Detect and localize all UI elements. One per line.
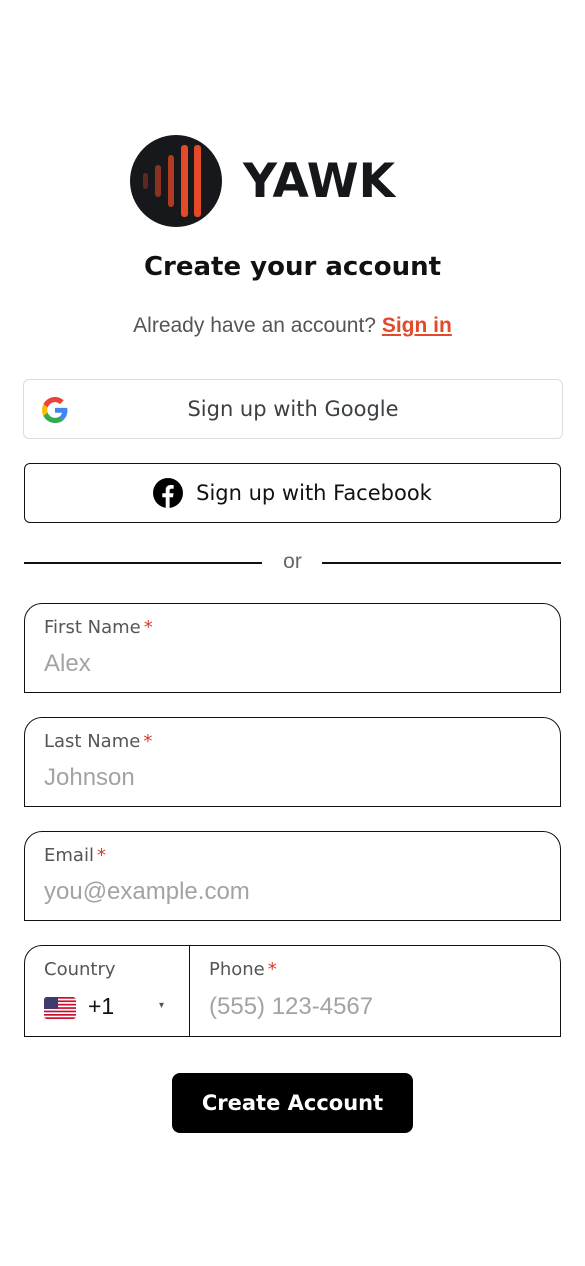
create-account-button[interactable]: Create Account bbox=[172, 1073, 413, 1133]
required-mark: * bbox=[96, 845, 106, 866]
last-name-input[interactable] bbox=[44, 762, 539, 794]
google-signup-button[interactable]: Sign up with Google bbox=[23, 379, 563, 439]
divider-line-right bbox=[322, 562, 561, 564]
facebook-signup-label: Sign up with Facebook bbox=[196, 481, 432, 505]
phone-label-text: Phone bbox=[209, 959, 265, 980]
first-name-label-text: First Name bbox=[44, 617, 141, 638]
phone-label: Phone * bbox=[209, 959, 277, 980]
facebook-icon bbox=[153, 478, 184, 508]
us-flag-icon bbox=[44, 997, 76, 1019]
email-label: Email * bbox=[44, 845, 106, 866]
caret-down-icon: ▾ bbox=[159, 1000, 165, 1011]
google-signup-label: Sign up with Google bbox=[187, 397, 399, 421]
or-divider: or bbox=[24, 548, 561, 576]
facebook-signup-button[interactable]: Sign up with Facebook bbox=[24, 463, 561, 523]
page-title: Create your account bbox=[143, 252, 442, 282]
sound-bars-logo-icon bbox=[130, 135, 222, 227]
last-name-label: Last Name * bbox=[44, 731, 152, 752]
last-name-field: Last Name * bbox=[24, 717, 561, 807]
phone-input[interactable] bbox=[209, 990, 539, 1024]
country-code: +1 bbox=[88, 993, 115, 1019]
first-name-label: First Name * bbox=[44, 617, 153, 638]
brand-name: YAWK bbox=[243, 153, 396, 209]
email-input[interactable] bbox=[44, 876, 539, 908]
last-name-label-text: Last Name bbox=[44, 731, 141, 752]
first-name-input[interactable] bbox=[44, 648, 539, 680]
email-label-text: Email bbox=[44, 845, 94, 866]
signin-link[interactable]: Sign in bbox=[382, 314, 452, 337]
signin-prompt: Already have an account? Sign in bbox=[0, 314, 585, 338]
first-name-field: First Name * bbox=[24, 603, 561, 693]
signin-prompt-text: Already have an account? bbox=[133, 314, 376, 337]
email-field: Email * bbox=[24, 831, 561, 921]
required-mark: * bbox=[143, 731, 153, 752]
brand-logo: YAWK bbox=[130, 135, 395, 227]
google-icon bbox=[42, 397, 68, 423]
phone-field: Phone * bbox=[190, 946, 561, 1036]
required-mark: * bbox=[143, 617, 153, 638]
country-label: Country bbox=[44, 959, 116, 980]
phone-row: Country +1 ▾ Phone * bbox=[24, 945, 561, 1037]
country-select[interactable]: Country +1 ▾ bbox=[25, 946, 189, 1036]
required-mark: * bbox=[267, 959, 277, 980]
